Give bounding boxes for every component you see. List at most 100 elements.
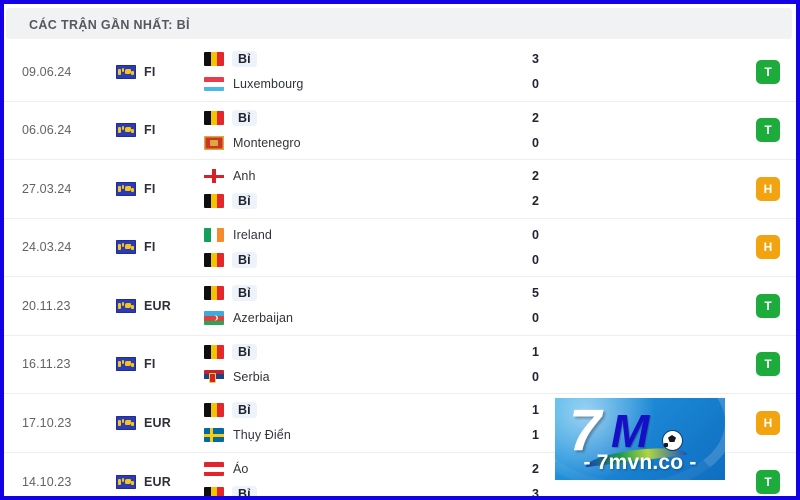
away-team[interactable]: Thụy Điển xyxy=(204,428,291,443)
status-badge: H xyxy=(756,410,780,435)
flag-lu-icon xyxy=(204,77,224,92)
flag-be-icon xyxy=(204,487,224,496)
panel-header: CÁC TRẬN GẦN NHẤT: BỈ xyxy=(6,8,792,39)
status-badge: T xyxy=(756,293,780,318)
flag-be-icon xyxy=(204,52,224,67)
match-date: 24.03.24 xyxy=(22,240,72,255)
competition-label: EUR xyxy=(144,298,171,313)
home-team[interactable]: Bỉ xyxy=(204,402,291,419)
away-team[interactable]: Serbia xyxy=(204,369,270,384)
competition-cell[interactable]: EUR xyxy=(116,298,171,313)
score-cell: 23 xyxy=(532,453,539,496)
home-team-name: Bỉ xyxy=(232,109,257,126)
away-score: 0 xyxy=(532,252,539,267)
away-score: 0 xyxy=(532,77,539,92)
away-team[interactable]: Bỉ xyxy=(204,193,257,210)
teams-cell: Anh Bỉ xyxy=(204,160,257,218)
world-map-icon xyxy=(116,298,136,313)
teams-cell: Ireland Bỉ xyxy=(204,219,272,277)
flag-be-icon xyxy=(204,252,224,267)
home-score: 3 xyxy=(532,52,539,67)
away-team-name: Bỉ xyxy=(232,251,257,268)
match-history-panel: CÁC TRẬN GẦN NHẤT: BỈ 09.06.24 FI Bỉ Luxemb… xyxy=(4,4,796,496)
teams-cell: Bỉ Serbia xyxy=(204,336,270,394)
table-row[interactable]: 16.11.23 FI Bỉ Serbia 1 0 T xyxy=(4,336,796,394)
world-map-icon xyxy=(116,181,136,196)
away-score: 2 xyxy=(532,194,539,209)
match-date: 06.06.24 xyxy=(22,123,72,138)
status-badge: T xyxy=(756,118,780,143)
competition-cell[interactable]: EUR xyxy=(116,415,171,430)
competition-cell[interactable]: FI xyxy=(116,240,156,255)
result-cell: H xyxy=(756,410,780,435)
away-team[interactable]: Azerbaijan xyxy=(204,311,293,326)
flag-be-icon xyxy=(204,194,224,209)
away-team-name: Serbia xyxy=(233,369,270,384)
home-score: 2 xyxy=(532,462,539,477)
competition-cell[interactable]: FI xyxy=(116,181,156,196)
away-score: 0 xyxy=(532,311,539,326)
score-cell: 20 xyxy=(532,102,539,160)
away-team-name: Bỉ xyxy=(232,193,257,210)
page-title: CÁC TRẬN GẦN NHẤT: BỈ xyxy=(29,18,190,32)
teams-cell: Bỉ Luxembourg xyxy=(204,43,304,101)
away-team[interactable]: Bỉ xyxy=(204,486,257,496)
world-map-icon xyxy=(116,415,136,430)
teams-cell: Bỉ Thụy Điển xyxy=(204,394,291,452)
watermark-m: M xyxy=(611,405,650,457)
match-date: 20.11.23 xyxy=(22,298,71,313)
table-row[interactable]: 06.06.24 FI Bỉ Montenegro 2 0 T xyxy=(4,102,796,160)
match-date: 16.11.23 xyxy=(22,357,71,372)
match-date: 27.03.24 xyxy=(22,181,72,196)
home-team[interactable]: Anh xyxy=(204,169,257,184)
world-map-icon xyxy=(116,240,136,255)
away-team-name: Montenegro xyxy=(233,135,301,150)
home-team[interactable]: Áo xyxy=(204,462,257,477)
home-team-name: Bỉ xyxy=(232,402,257,419)
home-team-name: Anh xyxy=(233,169,256,184)
teams-cell: Bỉ Azerbaijan xyxy=(204,277,293,335)
competition-label: EUR xyxy=(144,474,171,489)
score-cell: 50 xyxy=(532,277,539,335)
home-team-name: Bỉ xyxy=(232,51,257,68)
away-team[interactable]: Montenegro xyxy=(204,135,301,150)
result-cell: H xyxy=(756,176,780,201)
home-team[interactable]: Bỉ xyxy=(204,51,304,68)
home-team[interactable]: Ireland xyxy=(204,227,272,242)
flag-gb-eng-icon xyxy=(204,169,224,184)
flag-be-icon xyxy=(204,110,224,125)
competition-cell[interactable]: EUR xyxy=(116,474,171,489)
competition-cell[interactable]: FI xyxy=(116,357,156,372)
score-cell: 11 xyxy=(532,394,539,452)
watermark-url: - 7mvn.co - xyxy=(583,451,697,474)
world-map-icon xyxy=(116,474,136,489)
home-score: 1 xyxy=(532,344,539,359)
flag-se-icon xyxy=(204,428,224,443)
score-cell: 00 xyxy=(532,219,539,277)
home-team-name: Áo xyxy=(233,462,249,477)
home-team[interactable]: Bỉ xyxy=(204,343,270,360)
teams-cell: Áo Bỉ xyxy=(204,453,257,496)
competition-cell[interactable]: FI xyxy=(116,123,156,138)
competition-cell[interactable]: FI xyxy=(116,64,156,79)
flag-be-icon xyxy=(204,286,224,301)
table-row[interactable]: 27.03.24 FI Anh Bỉ 2 2 H xyxy=(4,160,796,219)
away-team[interactable]: Luxembourg xyxy=(204,77,304,92)
home-team[interactable]: Bỉ xyxy=(204,109,301,126)
status-badge: H xyxy=(756,235,780,260)
home-team[interactable]: Bỉ xyxy=(204,285,293,302)
table-row[interactable]: 09.06.24 FI Bỉ Luxembourg 3 0 T xyxy=(4,43,796,102)
match-date: 14.10.23 xyxy=(22,474,72,489)
away-score: 3 xyxy=(532,487,539,496)
flag-be-icon xyxy=(204,403,224,418)
flag-az-icon xyxy=(204,311,224,326)
table-row[interactable]: 20.11.23 EUR Bỉ Azerbaijan 5 0 T xyxy=(4,277,796,336)
home-score: 2 xyxy=(532,110,539,125)
home-team-name: Bỉ xyxy=(232,343,257,360)
table-row[interactable]: 24.03.24 FI Ireland Bỉ 0 0 H xyxy=(4,219,796,277)
match-date: 17.10.23 xyxy=(22,415,72,430)
away-score: 1 xyxy=(532,428,539,443)
world-map-icon xyxy=(116,123,136,138)
away-team[interactable]: Bỉ xyxy=(204,251,272,268)
score-cell: 22 xyxy=(532,160,539,218)
